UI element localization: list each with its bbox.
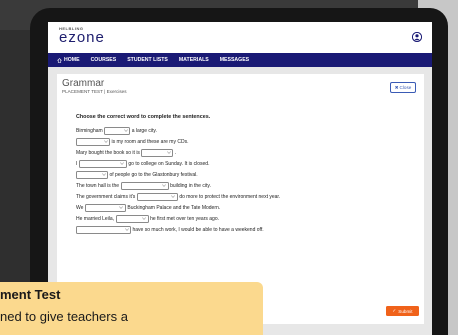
sentence-after: do more to protect the environment next … [179, 193, 281, 200]
nav-item-student-lists[interactable]: STUDENT LISTS [127, 57, 168, 63]
sentence-after: go to college on Sunday. It is closed. [128, 160, 210, 167]
callout-title: ment Test [0, 287, 61, 302]
sentence-after: a large city. [131, 127, 157, 134]
nav-item-label: HOME [64, 57, 80, 63]
nav-item-messages[interactable]: MESSAGES [220, 57, 249, 63]
sentence-after: is my room and these are my CDs. [111, 138, 189, 145]
nav-item-home[interactable]: HOME [57, 57, 80, 63]
nav-item-label: STUDENT LISTS [127, 57, 168, 63]
page-title: Grammar [62, 78, 105, 89]
sentence-row-4: I go to college on Sunday. It is closed. [76, 158, 280, 169]
sentence-after: Buckingham Palace and the Tate Modern. [127, 204, 221, 211]
chevron-down-icon [124, 228, 129, 231]
chevron-down-icon [123, 129, 128, 132]
answer-select-3[interactable] [141, 148, 174, 157]
sentence-row-7: The government claims it's do more to pr… [76, 191, 280, 202]
submit-button[interactable]: ✓ Submit [386, 306, 419, 316]
user-account-icon[interactable] [412, 32, 422, 42]
home-icon [57, 57, 62, 63]
sentence-row-9: He married Leila, he first met over ten … [76, 213, 280, 224]
chevron-down-icon [120, 162, 125, 165]
answer-select-2[interactable] [76, 137, 110, 146]
nav-item-label: COURSES [90, 57, 117, 63]
close-button[interactable]: ✖ Close [390, 82, 416, 93]
sentence-after: he first met over ten years ago. [150, 215, 219, 222]
main-nav: HOME COURSES STUDENT LISTS MATERIALS MES… [48, 53, 432, 67]
sentence-row-2: is my room and these are my CDs. [76, 136, 280, 147]
sentence-after: . [174, 149, 177, 156]
nav-item-label: MESSAGES [219, 57, 250, 63]
answer-select-9[interactable] [115, 214, 149, 223]
answer-select-4[interactable] [78, 159, 127, 168]
close-icon: ✖ [394, 84, 399, 90]
chevron-down-icon [167, 151, 171, 154]
sentence-row-10: have so much work, I would be able to ha… [76, 224, 280, 235]
answer-select-5[interactable] [76, 170, 108, 179]
sentence-before: I [76, 160, 78, 167]
sentence-row-6: The town hall is the building in the cit… [76, 180, 280, 191]
sentence-before: He married Leila, [76, 215, 115, 222]
sentence-before: Birmingham [76, 127, 103, 134]
callout-body: ned to give teachers a [0, 309, 128, 324]
sentence-after: of people go to the Glastonbury festival… [109, 171, 198, 178]
sentence-before: Mary bought the book so it is [76, 149, 140, 156]
sentence-list: Birmingham a large city. is my room and … [76, 125, 280, 235]
sentence-after: have so much work, I would be able to ha… [132, 226, 264, 233]
sentence-before: We [76, 204, 84, 211]
chevron-down-icon [103, 140, 108, 143]
answer-select-7[interactable] [136, 192, 178, 201]
chevron-down-icon [171, 195, 176, 198]
answer-select-10[interactable] [76, 225, 131, 234]
chevron-down-icon [119, 206, 124, 209]
breadcrumb: PLACEMENT TEST | Exercises [62, 89, 127, 94]
nav-item-courses[interactable]: COURSES [91, 57, 117, 63]
answer-select-8[interactable] [84, 203, 126, 212]
check-icon: ✓ [392, 308, 397, 313]
sentence-before: The government claims it's [76, 193, 136, 200]
sentence-row-8: We Buckingham Palace and the Tate Modern… [76, 202, 280, 213]
nav-item-label: MATERIALS [178, 57, 209, 63]
answer-select-1[interactable] [104, 126, 131, 135]
chevron-down-icon [142, 217, 146, 220]
brand-logo[interactable]: HELBLING ezone [59, 26, 105, 45]
answer-select-6[interactable] [120, 181, 169, 190]
chevron-down-icon [162, 184, 166, 187]
submit-label: Submit [398, 308, 413, 314]
sentence-row-5: of people go to the Glastonbury festival… [76, 169, 280, 180]
sentence-row-1: Birmingham a large city. [76, 125, 280, 136]
nav-item-materials[interactable]: MATERIALS [179, 57, 209, 63]
sentence-before: The town hall is the [76, 182, 120, 189]
brand-main: ezone [59, 29, 105, 46]
info-callout: ment Test ned to give teachers a [0, 282, 263, 335]
sentence-row-3: Mary bought the book so it is . [76, 147, 280, 158]
top-bar: HELBLING ezone [48, 22, 432, 53]
close-label: Close [399, 85, 412, 90]
instruction-text: Choose the correct word to complete the … [76, 114, 211, 120]
sentence-after: building in the city. [170, 182, 211, 189]
chevron-down-icon [101, 173, 106, 176]
